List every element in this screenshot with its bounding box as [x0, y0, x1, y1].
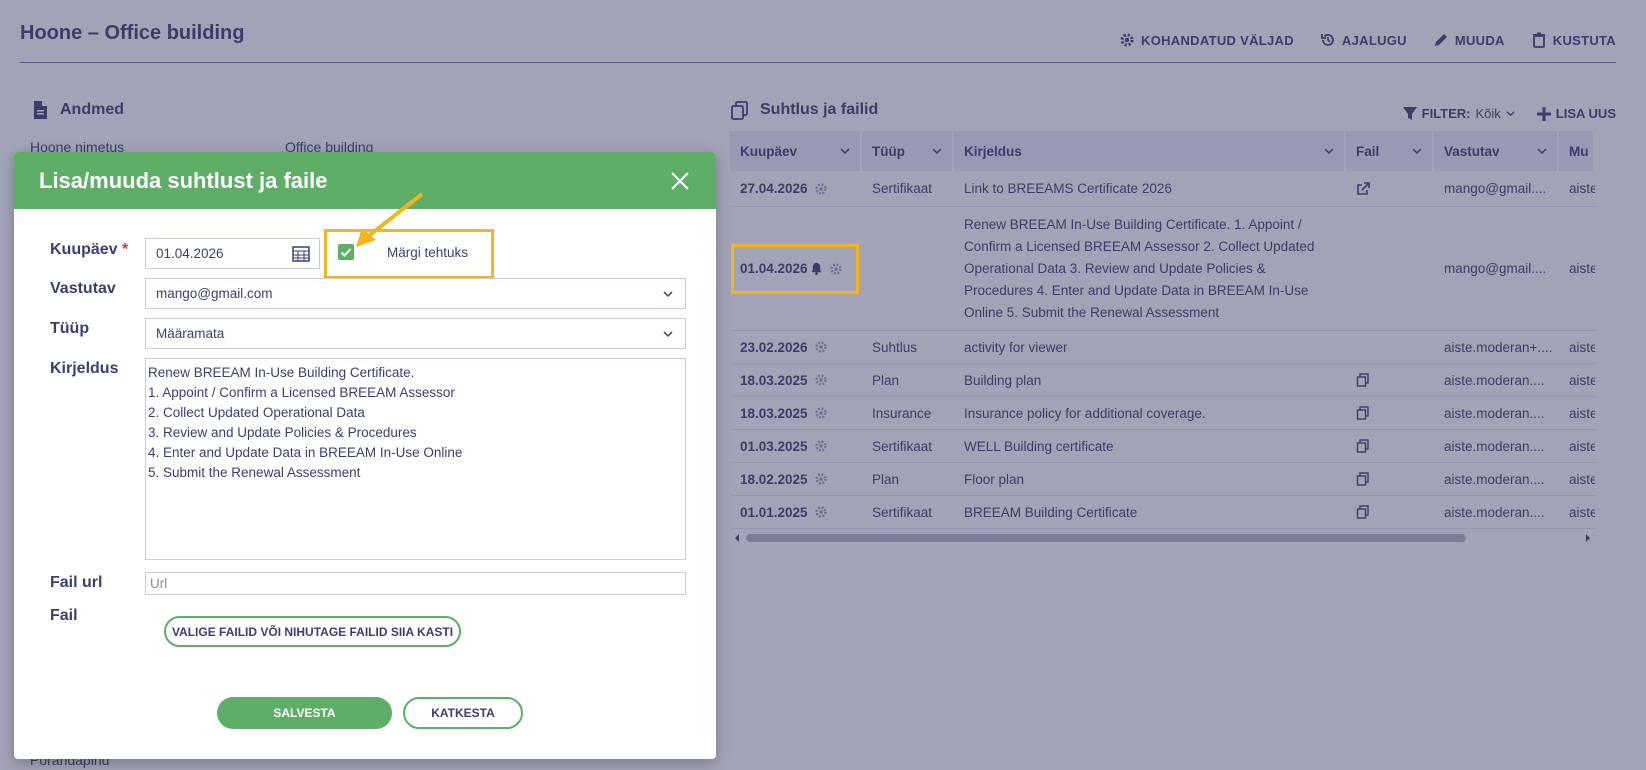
- save-button[interactable]: SALVESTA: [217, 697, 392, 729]
- url-input[interactable]: Url: [145, 572, 686, 595]
- edit-communication-dialog: Lisa/muuda suhtlust ja faile Kuupäev * 0…: [14, 152, 716, 759]
- highlight-box: [731, 244, 859, 294]
- date-input-value: 01.04.2026: [156, 246, 224, 261]
- owner-select[interactable]: mango@gmail.com: [145, 278, 686, 309]
- type-select[interactable]: Määramata: [145, 318, 686, 349]
- type-select-value: Määramata: [156, 326, 225, 341]
- description-label: Kirjeldus: [50, 360, 119, 377]
- description-textarea[interactable]: Renew BREEAM In-Use Building Certificate…: [145, 358, 686, 560]
- chevron-down-icon: [663, 290, 673, 297]
- date-label: Kuupäev *: [50, 241, 128, 259]
- url-placeholder: Url: [150, 576, 168, 591]
- file-upload-button[interactable]: VALIGE FAILID VÕI NIHUTAGE FAILID SIIA K…: [164, 616, 461, 647]
- owner-select-value: mango@gmail.com: [156, 286, 273, 301]
- url-label: Fail url: [50, 574, 103, 591]
- date-label-text: Kuupäev: [50, 241, 118, 258]
- chevron-down-icon: [663, 330, 673, 337]
- pointer-arrow-icon: [356, 192, 424, 247]
- dialog-title: Lisa/muuda suhtlust ja faile: [39, 167, 328, 193]
- close-icon[interactable]: [669, 170, 691, 192]
- calendar-icon[interactable]: [292, 246, 310, 262]
- required-marker: *: [122, 241, 129, 258]
- file-label: Fail: [50, 607, 78, 624]
- date-input[interactable]: 01.04.2026: [145, 238, 320, 269]
- cancel-button[interactable]: KATKESTA: [403, 697, 523, 729]
- type-label: Tüüp: [50, 320, 90, 337]
- owner-label: Vastutav: [50, 280, 116, 297]
